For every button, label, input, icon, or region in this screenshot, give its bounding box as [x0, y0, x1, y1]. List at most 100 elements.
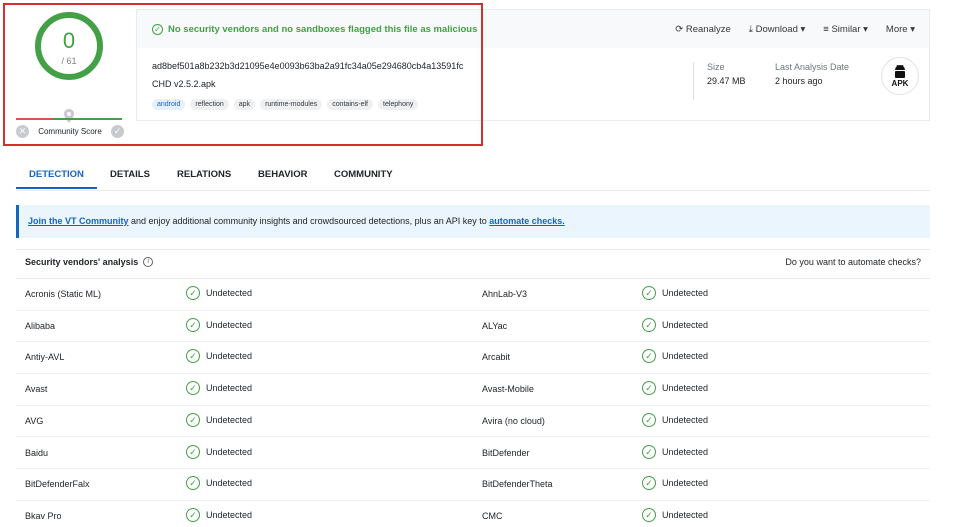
check-circle-icon: ✓ — [642, 412, 656, 427]
vendor-name[interactable]: CMC — [482, 511, 503, 521]
automate-checks-prompt[interactable]: Do you want to automate checks? — [785, 257, 921, 267]
tag[interactable]: runtime-modules — [260, 99, 323, 110]
community-banner: Join the VT Community and enjoy addition… — [16, 205, 930, 238]
file-info-card: ✓ No security vendors and no sandboxes f… — [136, 9, 930, 121]
vendor-result: ✓ Undetected — [642, 444, 708, 459]
refresh-icon: ⟳ — [675, 24, 684, 35]
check-circle-icon: ✓ — [152, 24, 163, 35]
check-circle-icon: ✓ — [642, 317, 656, 332]
check-circle-icon: ✓ — [186, 507, 200, 522]
vendor-result: ✓ Undetected — [642, 317, 708, 332]
vote-harmless-icon[interactable]: ✓ — [110, 124, 124, 138]
verdict-text: No security vendors and no sandboxes fla… — [168, 24, 478, 35]
tag[interactable]: contains-elf — [327, 99, 373, 110]
automate-checks-link[interactable]: automate checks. — [489, 216, 565, 226]
android-icon — [895, 64, 905, 78]
detection-score-ring: 0 / 61 — [35, 12, 103, 80]
check-circle-icon: ✓ — [186, 412, 200, 427]
table-row: Baidu ✓ Undetected BitDefender ✓ Undetected — [16, 438, 930, 470]
table-row: BitDefenderFalx ✓ Undetected BitDefenderThe… — [16, 469, 930, 501]
vendor-name[interactable]: Baidu — [25, 448, 48, 458]
check-circle-icon: ✓ — [186, 286, 200, 300]
vendor-name[interactable]: AhnLab-V3 — [482, 289, 527, 299]
table-row: Acronis (Static ML) ✓ Undetected AhnLab-V3 ✓… — [16, 279, 930, 311]
verdict-message: ✓ No security vendors and no sandboxes f… — [152, 24, 477, 35]
vendor-name[interactable]: Antiy-AVL — [25, 352, 64, 362]
vendor-name[interactable]: Avast — [25, 384, 47, 394]
vendor-name[interactable]: BitDefender — [482, 448, 530, 458]
table-row: AVG ✓ Undetected Avira (no cloud) ✓ Undetecte… — [16, 406, 930, 438]
table-row: Bkav Pro ✓ Undetected CMC ✓ Undetected — [16, 501, 930, 527]
check-circle-icon: ✓ — [186, 349, 200, 364]
table-row: Alibaba ✓ Undetected ALYac ✓ Undetected — [16, 311, 930, 343]
check-circle-icon: ✓ — [642, 507, 656, 522]
vendor-name[interactable]: ALYac — [482, 321, 507, 331]
vendors-title: Security vendors' analysis i — [25, 257, 154, 267]
reanalyze-button[interactable]: ⟳ Reanalyze — [675, 24, 731, 35]
vendor-result: ✓ Undetected — [186, 507, 252, 522]
file-hash[interactable]: ad8bef501a8b232b3d21095e4e0093b63ba2a91f… — [152, 61, 463, 71]
caret-down-icon: ▾ — [910, 24, 915, 35]
vendor-result: ✓ Undetected — [642, 381, 708, 396]
vendor-name[interactable]: BitDefenderTheta — [482, 479, 553, 489]
check-circle-icon: ✓ — [186, 444, 200, 459]
vendor-name[interactable]: Alibaba — [25, 321, 55, 331]
verdict-banner: ✓ No security vendors and no sandboxes f… — [137, 10, 929, 48]
join-community-link[interactable]: Join the VT Community — [28, 216, 129, 226]
vendor-result: ✓ Undetected — [186, 317, 252, 332]
info-icon[interactable]: i — [143, 257, 154, 267]
vendor-name[interactable]: Bkav Pro — [25, 511, 62, 521]
engine-total: / 61 — [61, 56, 77, 66]
tag[interactable]: apk — [233, 99, 256, 110]
tab-relations[interactable]: RELATIONS — [177, 169, 231, 180]
vendor-result: ✓ Undetected — [186, 412, 252, 427]
vendor-name[interactable]: BitDefenderFalx — [25, 479, 90, 489]
vendor-result: ✓ Undetected — [186, 476, 252, 491]
tab-detection[interactable]: DETECTION — [29, 169, 84, 180]
check-circle-icon: ✓ — [186, 476, 200, 491]
vendor-name[interactable]: Avira (no cloud) — [482, 416, 545, 426]
location-pin-icon — [64, 109, 74, 123]
tab-community[interactable]: COMMUNITY — [334, 169, 393, 180]
vendor-result: ✓ Undetected — [642, 349, 708, 364]
tag[interactable]: telephony — [378, 99, 419, 110]
tag-list: android reflection apk runtime-modules c… — [152, 99, 419, 110]
file-type-badge: APK — [881, 57, 919, 95]
check-circle-icon: ✓ — [642, 286, 656, 300]
file-type-label: APK — [891, 79, 909, 88]
vendor-name[interactable]: Acronis (Static ML) — [25, 289, 101, 299]
check-circle-icon: ✓ — [642, 381, 656, 396]
community-score-row: ✕ Community Score ✓ — [16, 123, 124, 139]
check-circle-icon: ✓ — [642, 444, 656, 459]
download-icon: ⤓ — [748, 24, 753, 35]
tab-behavior[interactable]: BEHAVIOR — [258, 169, 307, 180]
vendor-name[interactable]: Arcabit — [482, 352, 510, 362]
more-button[interactable]: More ▾ — [886, 24, 915, 35]
similar-icon: ≡ — [823, 24, 829, 35]
community-score-label: Community Score — [38, 126, 102, 136]
vendor-name[interactable]: AVG — [25, 416, 43, 426]
vendor-result: ✓ Undetected — [642, 507, 708, 522]
tag[interactable]: reflection — [190, 99, 229, 110]
file-size: Size 29.47 MB — [707, 62, 746, 86]
divider — [693, 62, 694, 100]
tab-details[interactable]: DETAILS — [110, 169, 150, 180]
check-circle-icon: ✓ — [186, 381, 200, 396]
action-bar: ⟳ Reanalyze ⤓ Download ▾ ≡ Similar ▾ Mor… — [675, 24, 915, 35]
similar-button[interactable]: ≡ Similar ▾ — [823, 24, 868, 35]
last-analysis-date: Last Analysis Date 2 hours ago — [775, 62, 850, 86]
download-button[interactable]: ⤓ Download ▾ — [749, 24, 806, 35]
score-panel: 0 / 61 ✕ Community Score ✓ — [16, 9, 134, 138]
check-circle-icon: ✓ — [642, 349, 656, 364]
vendor-result: ✓ Undetected — [186, 349, 252, 364]
vendor-result: ✓ Undetected — [186, 444, 252, 459]
check-circle-icon: ✓ — [642, 476, 656, 491]
vote-harmful-icon[interactable]: ✕ — [16, 124, 29, 138]
active-tab-indicator — [16, 187, 97, 189]
vendor-name[interactable]: Avast-Mobile — [482, 384, 534, 394]
tag[interactable]: android — [152, 99, 186, 110]
table-row: Antiy-AVL ✓ Undetected Arcabit ✓ Undetected — [16, 342, 930, 375]
caret-down-icon: ▾ — [800, 24, 806, 35]
detection-count: 0 — [62, 28, 76, 53]
file-name: CHD v2.5.2.apk — [152, 79, 216, 89]
